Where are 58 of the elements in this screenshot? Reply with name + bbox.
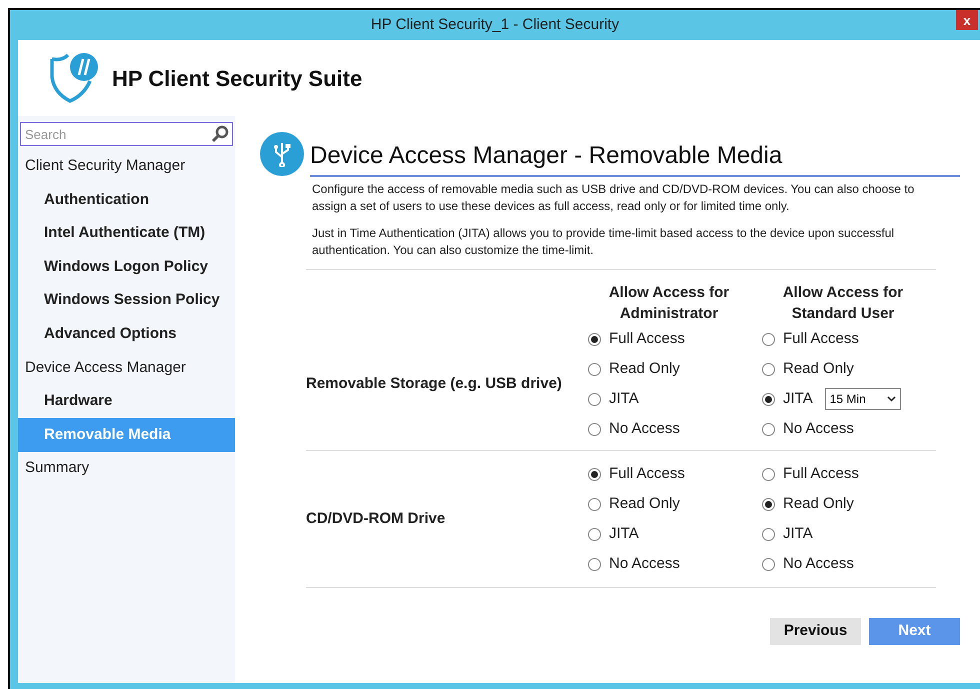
- option-label: JITA: [783, 524, 813, 544]
- description-text: Just in Time Authentication (JITA) allows you to provide time-limit based access to the device upon successful authentication. You can also customize the time-limit.: [312, 225, 896, 259]
- app-title: HP Client Security Suite: [112, 64, 362, 93]
- option-label: Read Only: [783, 358, 854, 379]
- option-label: JITA: [783, 388, 813, 409]
- sidebar-item[interactable]: Device Access Manager: [18, 351, 235, 385]
- radio-button[interactable]: [762, 422, 775, 436]
- option-label: Full Access: [609, 328, 685, 349]
- option-label: No Access: [609, 418, 680, 439]
- option-label: Read Only: [609, 358, 680, 379]
- page-title: Device Access Manager - Removable Media: [310, 138, 960, 177]
- radio-button[interactable]: [588, 392, 601, 406]
- close-button[interactable]: x: [956, 10, 978, 30]
- previous-button[interactable]: Previous: [770, 618, 861, 645]
- time-limit-dropdown[interactable]: 15 Min: [824, 388, 901, 410]
- radio-button[interactable]: [762, 558, 775, 570]
- radio-button[interactable]: [762, 362, 775, 376]
- option-label: Full Access: [783, 328, 859, 349]
- usb-icon: [260, 132, 304, 176]
- sidebar-item[interactable]: Hardware: [18, 384, 235, 418]
- radio-button[interactable]: [762, 498, 775, 510]
- radio-button[interactable]: [588, 422, 601, 436]
- sidebar-item[interactable]: Authentication: [18, 183, 235, 217]
- device-name: CD/DVD-ROM Drive: [306, 508, 446, 529]
- radio-button[interactable]: [588, 528, 601, 540]
- option-label: Full Access: [609, 464, 685, 484]
- window-title: HP Client Security_1 - Client Security: [370, 14, 620, 35]
- option-label: Read Only: [783, 494, 854, 514]
- radio-button[interactable]: [588, 332, 601, 346]
- chevron-down-icon: [886, 396, 896, 402]
- radio-button[interactable]: [762, 392, 775, 406]
- column-heading: Allow Access for Administrator: [608, 283, 730, 324]
- option-label: No Access: [783, 554, 854, 574]
- radio-button[interactable]: [762, 528, 775, 540]
- option-label: JITA: [609, 388, 639, 409]
- sidebar-item[interactable]: Windows Logon Policy: [18, 250, 235, 284]
- option-label: No Access: [609, 554, 680, 574]
- sidebar-item[interactable]: Summary: [18, 452, 235, 486]
- option-label: Full Access: [783, 464, 859, 484]
- option-label: JITA: [609, 524, 639, 544]
- sidebar-item[interactable]: Intel Authenticate (TM): [18, 216, 235, 250]
- option-label: Read Only: [609, 494, 680, 514]
- shield-logo-icon: [48, 51, 100, 105]
- sidebar-item[interactable]: Windows Session Policy: [18, 284, 235, 318]
- radio-button[interactable]: [588, 362, 601, 376]
- radio-button[interactable]: [588, 498, 601, 510]
- option-label: No Access: [783, 418, 854, 439]
- search-icon: [211, 125, 229, 143]
- radio-button[interactable]: [588, 468, 601, 480]
- device-name: Removable Storage (e.g. USB drive): [306, 374, 563, 394]
- radio-button[interactable]: [762, 332, 775, 346]
- radio-button[interactable]: [588, 558, 601, 570]
- sidebar-item[interactable]: Advanced Options: [18, 317, 235, 352]
- radio-button[interactable]: [762, 468, 775, 480]
- column-heading: Allow Access for Standard User: [782, 283, 904, 324]
- description-text: Configure the access of removable media such as USB drive and CD/DVD-ROM devices. You can also choose to assign a set of users to use these devices as full access, read only or for limited time only.: [312, 181, 916, 215]
- search-field[interactable]: Search: [20, 122, 233, 146]
- sidebar-item[interactable]: Client Security Manager: [18, 150, 235, 184]
